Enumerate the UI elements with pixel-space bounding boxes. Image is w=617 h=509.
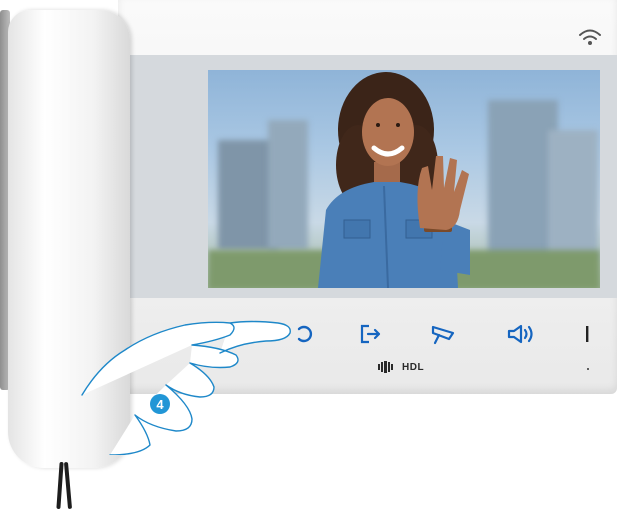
power-button[interactable]: [572, 316, 602, 352]
wifi-icon: [579, 29, 601, 45]
door-release-button[interactable]: [350, 316, 390, 352]
handset-cord: [63, 461, 73, 509]
brand-mark-icon: [378, 361, 393, 373]
volume-button[interactable]: [500, 316, 540, 352]
brand-name: HDL: [402, 361, 425, 373]
video-screen: [208, 70, 600, 288]
brand-logo: HDL: [378, 360, 424, 374]
handset-cord: [56, 461, 64, 509]
visitor-image: [318, 72, 470, 288]
pointing-hand-illustration: [81, 320, 291, 455]
speaker-icon: [507, 324, 533, 344]
step-number-badge: 4: [150, 394, 170, 414]
status-led: [587, 368, 589, 370]
door-exit-icon: [360, 324, 381, 344]
camera-button[interactable]: [424, 316, 464, 352]
power-icon: [586, 326, 589, 342]
camera-icon: [431, 325, 455, 345]
